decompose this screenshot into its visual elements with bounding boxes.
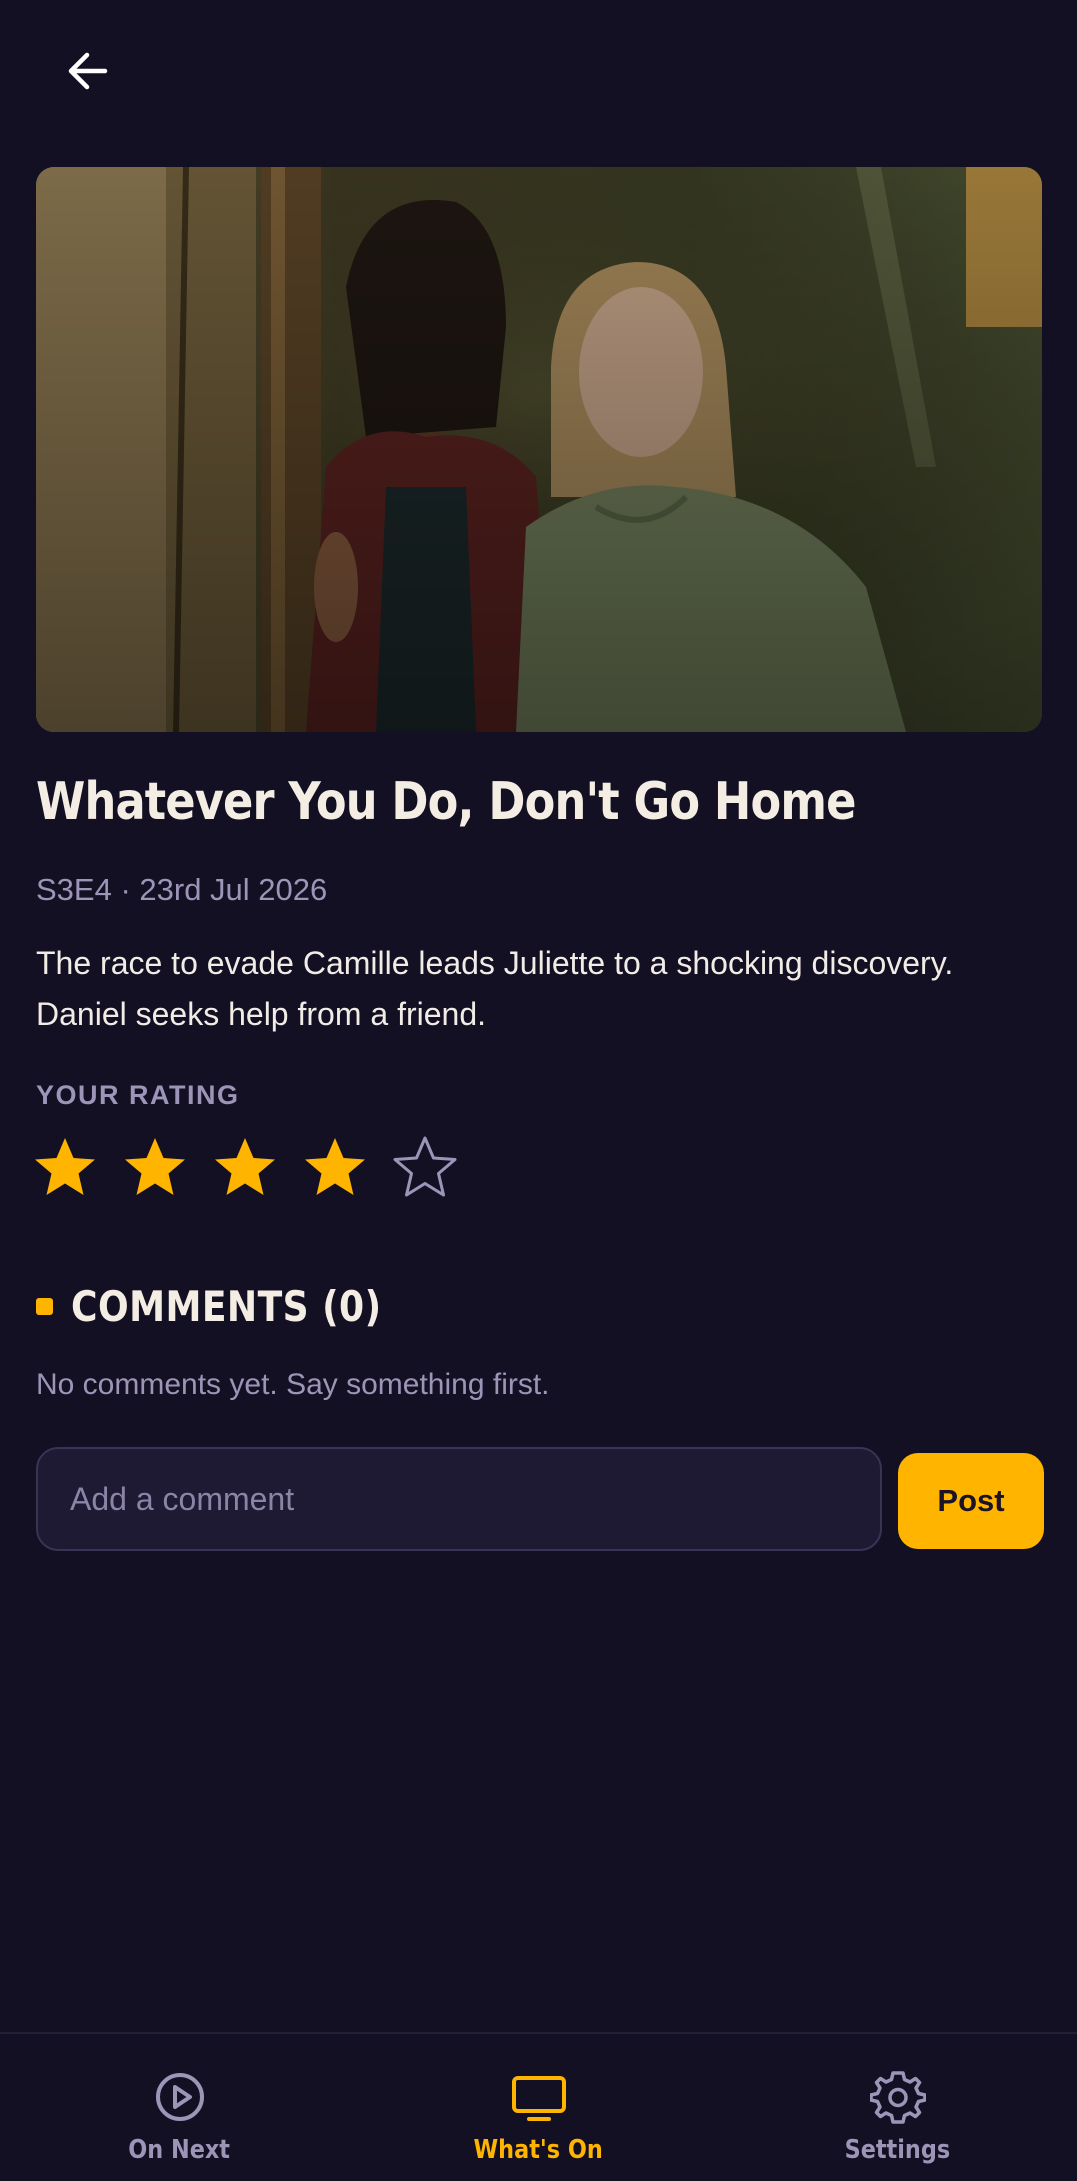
episode-meta: S3E4 · 23rd Jul 2026 [36,872,328,907]
back-button[interactable] [52,36,122,106]
nav-label: What's On [473,2135,604,2165]
gear-icon [869,2069,926,2125]
episode-description: The race to evade Camille leads Juliette… [36,945,954,1032]
section-bullet [36,1298,53,1315]
arrow-left-icon [68,52,108,90]
comment-input[interactable] [36,1447,882,1551]
tv-icon [511,2069,567,2125]
play-circle-icon [152,2069,208,2125]
nav-label: On Next [128,2135,231,2165]
star-rating [32,1135,458,1201]
episode-detail-screen: Whatever You Do, Don't Go Home S3E4 · 23… [0,0,1077,2181]
star-filled-icon[interactable] [32,1135,98,1201]
star-filled-icon[interactable] [212,1135,278,1201]
bottom-nav: On Next What's On Settings [0,2032,1077,2181]
star-empty-icon[interactable] [392,1135,458,1201]
rating-label: YOUR RATING [36,1080,240,1110]
comments-title: COMMENTS (0) [71,1282,382,1331]
star-filled-icon[interactable] [122,1135,188,1201]
post-button[interactable]: Post [898,1453,1044,1549]
episode-still-image [36,167,1042,732]
nav-item-settings[interactable]: Settings [718,2034,1077,2181]
comments-header: COMMENTS (0) [36,1282,432,1331]
nav-item-on-next[interactable]: On Next [0,2034,359,2181]
episode-title: Whatever You Do, Don't Go Home [36,772,856,832]
comments-empty-message: No comments yet. Say something first. [36,1368,550,1401]
nav-item-whats-on[interactable]: What's On [359,2034,718,2181]
star-filled-icon[interactable] [302,1135,368,1201]
nav-label: Settings [844,2135,951,2165]
